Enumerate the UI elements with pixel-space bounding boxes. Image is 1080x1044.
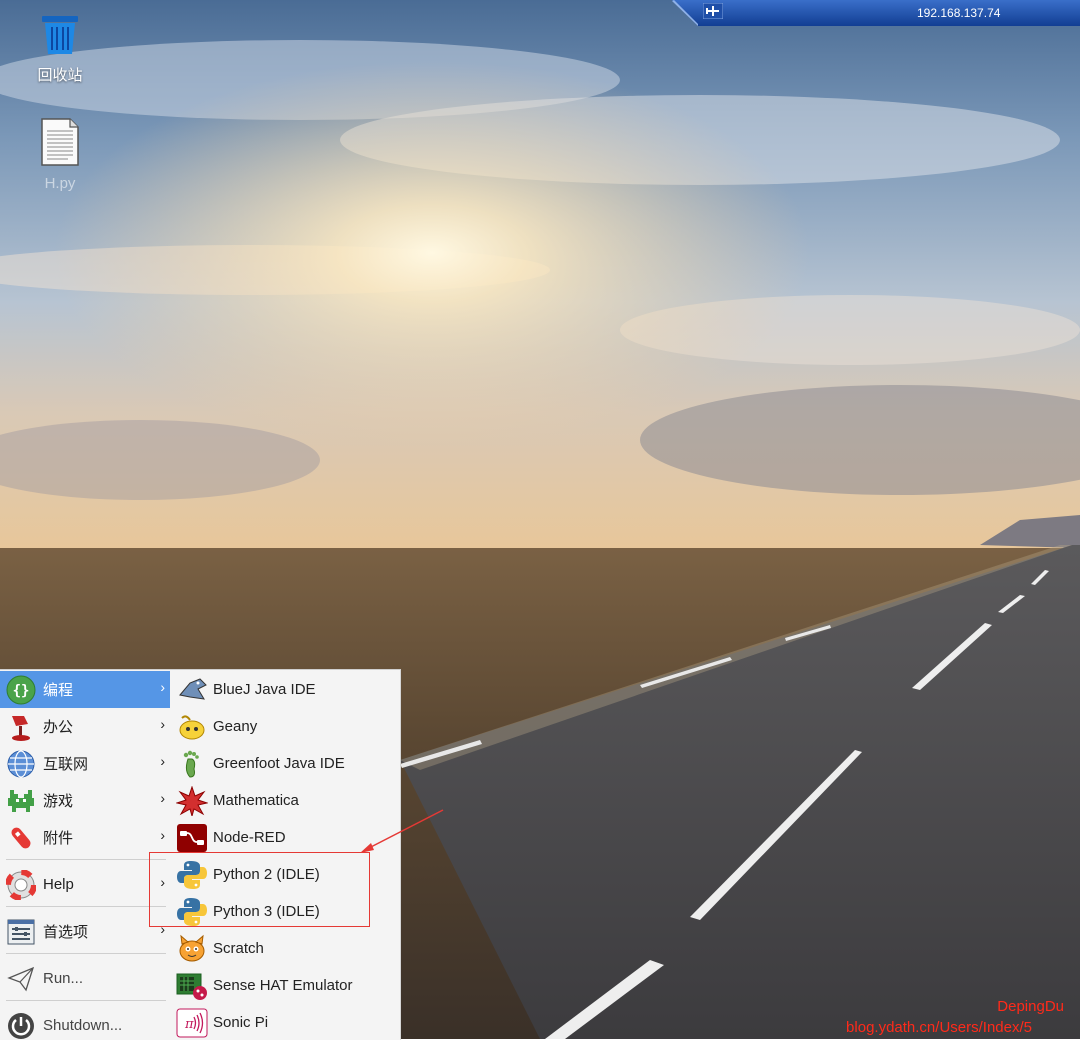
menu-item-internet[interactable]: 互联网 › (0, 745, 170, 782)
menu-separator (6, 859, 166, 860)
submenu-item-label: Sonic Pi (213, 1014, 269, 1031)
menu-separator (6, 1000, 166, 1001)
menu-item-label: 附件 (43, 830, 74, 847)
games-icon (4, 786, 38, 816)
watermark-author: DepingDu (997, 998, 1064, 1015)
shutdown-icon (4, 1011, 38, 1041)
desktop-icon-h-py[interactable]: H.py (15, 117, 105, 192)
submenu-arrow-icon: › (160, 679, 165, 695)
submenu-item-greenfoot[interactable]: Greenfoot Java IDE (170, 745, 400, 782)
menu-item-label: 互联网 (43, 756, 89, 773)
annotation-highlight-box (149, 852, 370, 927)
menu-item-label: Help (43, 876, 74, 893)
menu-item-label: Run... (43, 970, 84, 987)
geany-icon (175, 711, 209, 743)
menu-item-label: Shutdown... (43, 1017, 123, 1034)
submenu-item-label: Scratch (213, 940, 264, 957)
node-red-icon (175, 822, 209, 854)
menu-item-preferences[interactable]: 首选项 › (0, 913, 170, 950)
pin-icon[interactable] (702, 2, 724, 20)
file-icon (41, 118, 79, 166)
remote-connection-bar: 192.168.137.74 (672, 0, 1080, 26)
svg-text:π: π (184, 1017, 194, 1032)
menu-item-shutdown[interactable]: Shutdown... (0, 1007, 170, 1044)
sonic-pi-icon: π (175, 1007, 209, 1039)
menu-item-run[interactable]: Run... (0, 960, 170, 997)
submenu-item-sonic-pi[interactable]: π Sonic Pi (170, 1004, 400, 1041)
menu-item-label: 办公 (43, 719, 74, 736)
greenfoot-icon (175, 748, 209, 780)
menu-item-label: 编程 (43, 682, 74, 699)
connection-bar-background (672, 0, 1080, 26)
submenu-item-sense-hat-emulator[interactable]: Sense HAT Emulator (170, 967, 400, 1004)
menu-separator (6, 906, 166, 907)
submenu-item-label: Greenfoot Java IDE (213, 755, 345, 772)
submenu-item-label: Mathematica (213, 792, 299, 809)
menu-item-office[interactable]: 办公 › (0, 708, 170, 745)
svg-text:{}: {} (13, 683, 30, 699)
run-icon (4, 964, 38, 994)
submenu-arrow-icon: › (160, 827, 165, 843)
connection-ip-address: 192.168.137.74 (917, 6, 1001, 20)
sense-hat-icon (175, 970, 209, 1002)
watermark-url: blog.ydath.cn/Users/Index/5 (846, 1019, 1032, 1036)
desktop-icon-label: 回收站 (37, 67, 83, 84)
submenu-arrow-icon: › (160, 716, 165, 732)
preferences-icon (4, 917, 38, 947)
desktop-icon-label: H.py (44, 175, 76, 192)
submenu-item-label: Node-RED (213, 829, 286, 846)
submenu-item-scratch[interactable]: Scratch (170, 930, 400, 967)
submenu-arrow-icon: › (160, 753, 165, 769)
desktop-icon-trash[interactable]: 回收站 (15, 12, 105, 85)
bluej-icon (175, 674, 209, 706)
internet-icon (4, 749, 38, 779)
menu-item-games[interactable]: 游戏 › (0, 782, 170, 819)
trash-icon (42, 16, 78, 54)
menu-separator (6, 953, 166, 954)
menu-item-label: 游戏 (43, 793, 74, 810)
applications-menu: {} 编程 › 办公 › 互联网 › 游戏 › 附件 › Help › 首选项 … (0, 669, 171, 1040)
submenu-arrow-icon: › (160, 790, 165, 806)
menu-item-programming[interactable]: {} 编程 › (0, 671, 170, 708)
submenu-item-bluej[interactable]: BlueJ Java IDE (170, 671, 400, 708)
submenu-item-geany[interactable]: Geany (170, 708, 400, 745)
programming-icon: {} (4, 675, 38, 705)
accessories-icon (4, 823, 38, 853)
menu-item-accessories[interactable]: 附件 › (0, 819, 170, 856)
annotation-arrow-icon (360, 809, 444, 853)
office-icon (4, 712, 38, 742)
mathematica-icon (175, 785, 209, 817)
submenu-item-label: BlueJ Java IDE (213, 681, 316, 698)
menu-item-help[interactable]: Help › (0, 866, 170, 903)
submenu-item-label: Geany (213, 718, 258, 735)
submenu-item-label: Sense HAT Emulator (213, 977, 353, 994)
menu-item-label: 首选项 (43, 924, 89, 941)
scratch-icon (175, 933, 209, 965)
help-icon (4, 869, 38, 900)
